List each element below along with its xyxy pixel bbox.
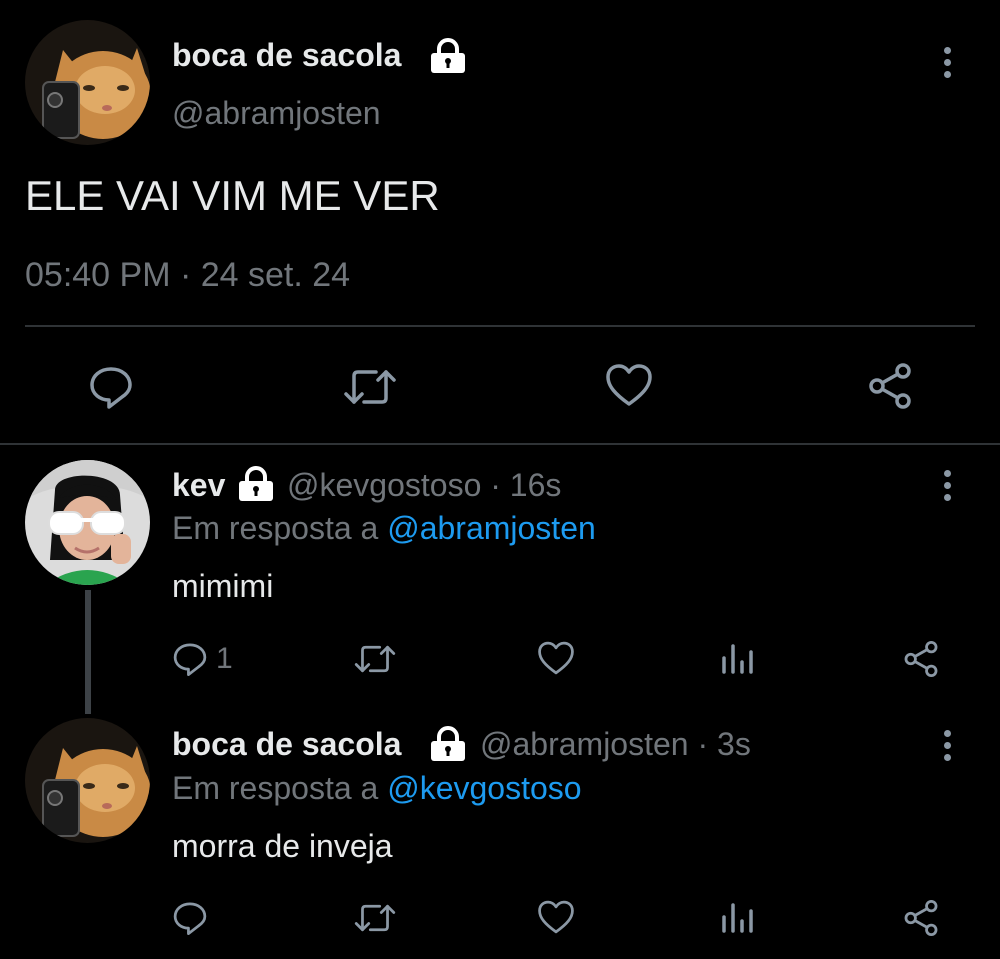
reply-author-name[interactable]: kev — [172, 467, 225, 504]
more-options-icon[interactable] — [944, 47, 952, 83]
reply-prefix: Em resposta a — [172, 770, 379, 806]
reply-prefix: Em resposta a — [172, 510, 379, 546]
main-tweet-timestamp: 05:40 PM · 24 set. 24 — [25, 256, 351, 294]
main-tweet-text: ELE VAI VIM ME VER — [25, 172, 440, 219]
section-divider — [0, 443, 1000, 445]
like-icon[interactable] — [537, 640, 575, 676]
reply-handle-time[interactable]: @kevgostoso · 16s — [287, 467, 561, 504]
share-icon[interactable] — [866, 362, 914, 410]
reply-context: Em resposta a @abramjosten — [172, 510, 596, 547]
reply-icon[interactable] — [88, 364, 134, 410]
like-icon[interactable] — [605, 362, 653, 408]
lock-icon — [237, 466, 275, 502]
reply-text: mimimi — [172, 568, 274, 604]
reply-text: morra de inveja — [172, 828, 393, 864]
reply-icon[interactable] — [172, 900, 208, 936]
lock-icon — [429, 38, 467, 74]
like-icon[interactable] — [537, 899, 575, 935]
reply-context: Em resposta a @kevgostoso — [172, 770, 582, 807]
more-options-icon[interactable] — [944, 730, 952, 766]
reply-count: 1 — [216, 642, 233, 675]
main-author-name[interactable]: boca de sacola — [172, 37, 401, 74]
avatar-kev[interactable] — [25, 460, 150, 585]
share-icon[interactable] — [902, 640, 940, 678]
reply-icon[interactable] — [172, 641, 208, 677]
reply-handle-time[interactable]: @abramjosten · 3s — [480, 726, 751, 763]
retweet-icon[interactable] — [353, 900, 397, 936]
analytics-icon[interactable] — [720, 901, 754, 935]
avatar-main-cat[interactable] — [25, 20, 150, 145]
analytics-icon[interactable] — [720, 642, 754, 676]
thread-line — [85, 590, 91, 714]
more-options-icon[interactable] — [944, 470, 952, 506]
share-icon[interactable] — [902, 899, 940, 937]
reply-mention[interactable]: @kevgostoso — [387, 770, 581, 806]
retweet-icon[interactable] — [342, 364, 398, 410]
main-handle[interactable]: @abramjosten — [172, 95, 381, 132]
reply-mention[interactable]: @abramjosten — [387, 510, 596, 546]
divider — [25, 325, 975, 327]
reply-author-name[interactable]: boca de sacola — [172, 726, 401, 763]
lock-icon — [429, 726, 467, 762]
retweet-icon[interactable] — [353, 641, 397, 677]
avatar-reply-cat[interactable] — [25, 718, 150, 843]
